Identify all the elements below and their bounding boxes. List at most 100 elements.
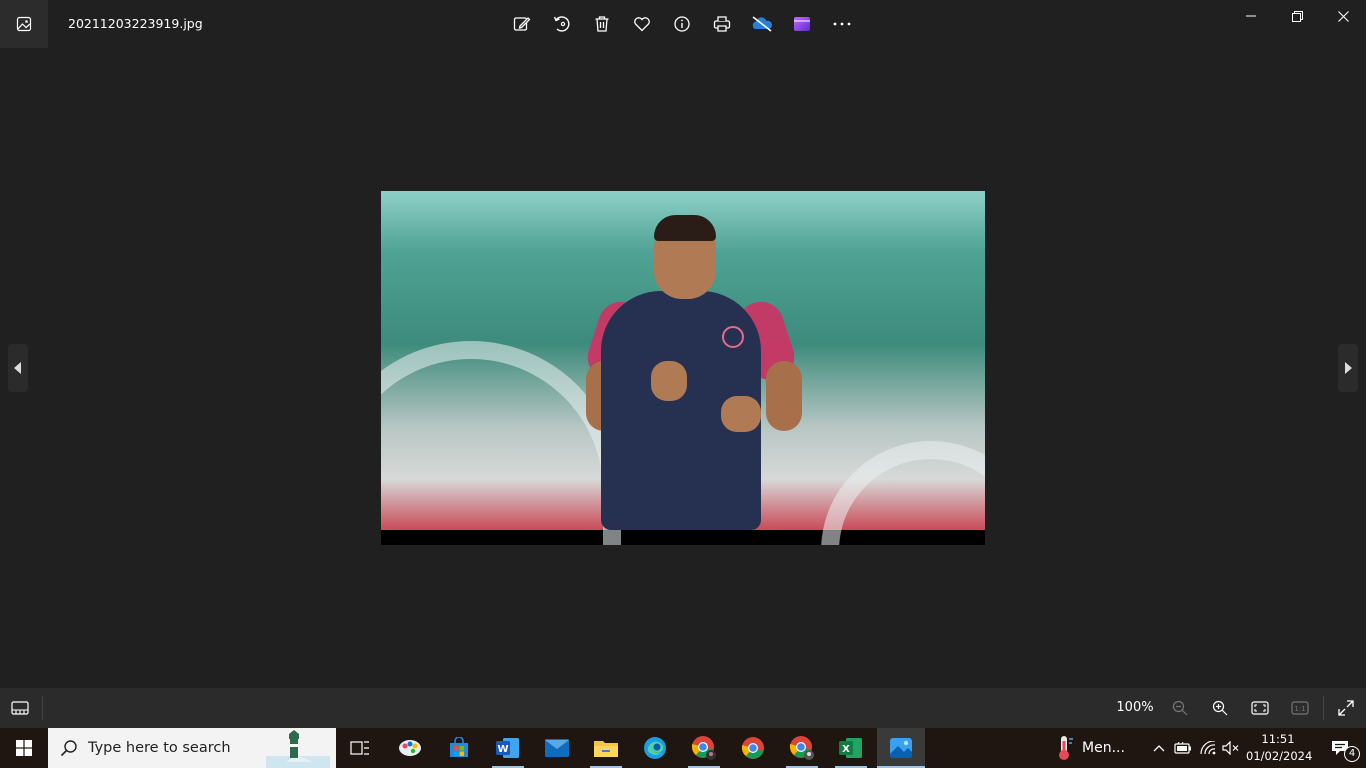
displayed-photo[interactable] bbox=[381, 191, 985, 545]
restore-button[interactable] bbox=[1274, 0, 1320, 32]
battery-tray-button[interactable] bbox=[1172, 728, 1194, 768]
taskbar-app-excel[interactable]: X bbox=[827, 728, 875, 768]
taskbar-search-box[interactable]: Type here to search bbox=[48, 728, 336, 768]
actual-size-icon: 1:1 bbox=[1291, 701, 1309, 715]
expand-icon bbox=[1338, 700, 1354, 716]
onedrive-button[interactable] bbox=[742, 4, 782, 44]
next-image-button[interactable] bbox=[1338, 344, 1358, 392]
zoom-level[interactable]: 100% bbox=[1110, 700, 1160, 715]
photo-content bbox=[381, 191, 985, 545]
info-icon bbox=[674, 16, 690, 32]
task-view-icon bbox=[350, 741, 369, 755]
mail-icon bbox=[545, 739, 569, 757]
filmstrip-button[interactable] bbox=[0, 688, 40, 728]
microsoft-store-icon bbox=[450, 737, 468, 757]
chrome-icon bbox=[789, 736, 814, 760]
delete-button[interactable] bbox=[582, 4, 622, 44]
restore-icon bbox=[1291, 10, 1303, 22]
file-name: 20211203223919.jpg bbox=[68, 16, 203, 31]
thermometer-icon bbox=[1059, 736, 1073, 760]
taskbar-app-file-explorer[interactable] bbox=[582, 728, 630, 768]
start-button[interactable] bbox=[0, 728, 48, 768]
minimize-icon bbox=[1246, 15, 1256, 17]
taskbar-app-paint3d[interactable] bbox=[386, 728, 434, 768]
edit-image-icon bbox=[513, 17, 531, 31]
stadium-bench-shape bbox=[381, 341, 621, 545]
taskbar-clock[interactable]: 11:51 01/02/2024 bbox=[1246, 731, 1313, 765]
more-options-button[interactable] bbox=[822, 4, 862, 44]
fit-window-icon bbox=[1251, 701, 1269, 715]
runner-hand bbox=[651, 361, 687, 401]
taskbar-app-chrome-profile-2[interactable] bbox=[778, 728, 826, 768]
weather-text: Men... bbox=[1082, 740, 1125, 756]
more-icon bbox=[833, 22, 851, 26]
rotate-button[interactable] bbox=[542, 4, 582, 44]
shirt-crest bbox=[722, 326, 744, 348]
photos-app-icon[interactable] bbox=[0, 0, 48, 48]
search-icon bbox=[60, 740, 77, 757]
close-icon bbox=[1337, 10, 1349, 22]
taskbar-app-chrome[interactable] bbox=[729, 728, 777, 768]
zoom-out-icon bbox=[1172, 700, 1188, 716]
clipchamp-icon bbox=[794, 17, 810, 31]
window-controls bbox=[1228, 0, 1366, 32]
favorite-button[interactable] bbox=[622, 4, 662, 44]
edit-image-button[interactable] bbox=[502, 4, 542, 44]
volume-tray-button[interactable] bbox=[1220, 728, 1242, 768]
zoom-out-button[interactable] bbox=[1160, 688, 1200, 728]
info-button[interactable] bbox=[662, 4, 702, 44]
wifi-icon bbox=[1200, 741, 1216, 755]
windows-logo-icon bbox=[16, 740, 32, 756]
stadium-bench-shape bbox=[821, 441, 985, 545]
bottom-bar: 100% 1:1 bbox=[0, 688, 1366, 728]
task-view-button[interactable] bbox=[336, 728, 384, 768]
heart-icon bbox=[634, 17, 650, 32]
svg-text:1:1: 1:1 bbox=[1294, 705, 1305, 713]
runner-arm bbox=[766, 361, 802, 431]
taskbar-app-photos[interactable] bbox=[877, 728, 925, 768]
taskbar-app-mail[interactable] bbox=[533, 728, 581, 768]
fit-to-window-button[interactable] bbox=[1240, 688, 1280, 728]
print-button[interactable] bbox=[702, 4, 742, 44]
previous-image-button[interactable] bbox=[8, 344, 28, 392]
battery-icon bbox=[1174, 742, 1191, 754]
taskbar-app-word[interactable]: W bbox=[484, 728, 532, 768]
clock-date: 01/02/2024 bbox=[1246, 749, 1313, 763]
taskbar-app-chrome-profile-1[interactable] bbox=[680, 728, 728, 768]
photos-app-window: 20211203223919.jpg 100% 1:1 bbox=[0, 0, 1366, 728]
clock-time: 11:51 bbox=[1261, 732, 1295, 746]
zoom-in-icon bbox=[1212, 700, 1228, 716]
caret-left-icon bbox=[14, 362, 21, 374]
search-placeholder: Type here to search bbox=[88, 740, 231, 756]
chevron-up-icon bbox=[1153, 745, 1165, 752]
caret-right-icon bbox=[1345, 362, 1352, 374]
edge-icon bbox=[644, 737, 666, 759]
search-highlight-lighthouse-icon bbox=[266, 730, 330, 768]
network-tray-button[interactable] bbox=[1197, 728, 1219, 768]
show-hidden-icons-button[interactable] bbox=[1148, 728, 1170, 768]
volume-muted-icon bbox=[1222, 741, 1239, 755]
runner-hand bbox=[721, 396, 761, 432]
folder-icon bbox=[594, 741, 618, 757]
svg-text:X: X bbox=[842, 744, 850, 755]
svg-text:W: W bbox=[497, 744, 508, 755]
onedrive-offline-icon bbox=[752, 16, 772, 32]
notification-count-badge: 4 bbox=[1344, 746, 1360, 762]
taskbar-app-edge[interactable] bbox=[631, 728, 679, 768]
excel-icon: X bbox=[839, 738, 862, 758]
weather-widget[interactable]: Men... bbox=[1054, 728, 1125, 768]
notification-center-button[interactable]: 4 bbox=[1316, 728, 1364, 768]
taskbar-app-store[interactable] bbox=[435, 728, 483, 768]
chrome-icon bbox=[741, 737, 764, 759]
close-button[interactable] bbox=[1320, 0, 1366, 32]
rotate-icon bbox=[553, 16, 570, 32]
minimize-button[interactable] bbox=[1228, 0, 1274, 32]
windows-taskbar: Type here to search W X Men... 11:51 01/… bbox=[0, 728, 1366, 768]
clipchamp-button[interactable] bbox=[782, 4, 822, 44]
filmstrip-icon bbox=[11, 701, 29, 715]
photos-icon bbox=[890, 738, 912, 758]
word-icon: W bbox=[496, 738, 519, 758]
zoom-in-button[interactable] bbox=[1200, 688, 1240, 728]
full-screen-button[interactable] bbox=[1326, 688, 1366, 728]
actual-size-button[interactable]: 1:1 bbox=[1280, 688, 1320, 728]
